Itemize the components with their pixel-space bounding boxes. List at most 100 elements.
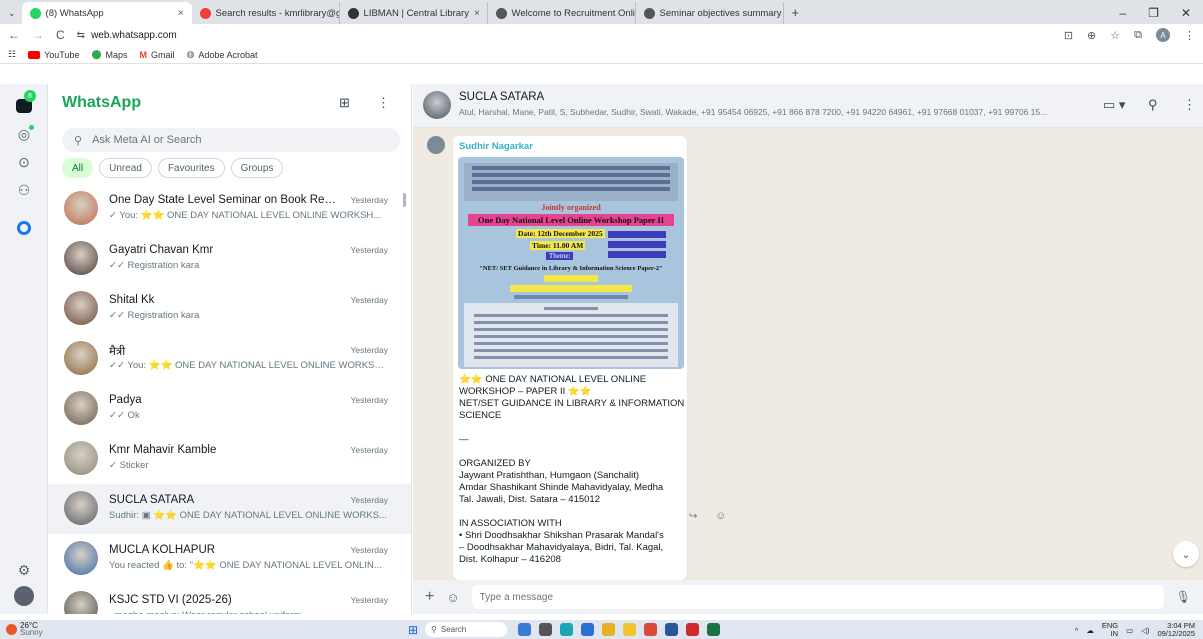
filter-chip-favourites[interactable]: Favourites (157, 158, 225, 178)
message-sender[interactable]: Sudhir Nagarkar (459, 141, 533, 152)
zoom-icon[interactable]: ⊕ (1087, 29, 1096, 42)
chat-list-item[interactable]: Shital Kk Yesterday ✓✓ Registration kara (48, 284, 411, 334)
app-icon-explorer[interactable] (623, 623, 636, 636)
close-tab-icon[interactable]: × (178, 8, 184, 19)
settings-icon[interactable]: ⚙ (14, 560, 34, 580)
chat-name: One Day State Level Seminar on Book Revi… (109, 194, 339, 206)
conversation-header[interactable]: SUCLA SATARA Atul, Harshal, Mane, Patil,… (413, 84, 1203, 128)
meta-ai-icon[interactable] (14, 218, 34, 238)
poster-theme-label: Theme: (546, 252, 574, 260)
language-indicator[interactable]: ENG IN (1102, 622, 1118, 638)
sender-avatar[interactable] (427, 136, 445, 154)
communities-icon[interactable]: ⚇ (14, 180, 34, 200)
app-icon-chrome-2[interactable] (644, 623, 657, 636)
bookmark-youtube[interactable]: YouTube (28, 50, 79, 60)
app-icon-acrobat[interactable] (686, 623, 699, 636)
back-icon[interactable]: ← (8, 28, 20, 42)
restore-icon[interactable]: ❐ (1148, 6, 1159, 20)
chat-list-item[interactable]: MUCLA KOLHAPUR Yesterday You reacted 👍 to:… (48, 534, 411, 584)
chat-list-item[interactable]: Padya Yesterday ✓✓ Ok (48, 384, 411, 434)
profile-photo[interactable] (14, 586, 34, 606)
chat-list-item[interactable]: One Day State Level Seminar on Book Revi… (48, 184, 411, 234)
taskbar-search[interactable]: ⚲ Search (425, 622, 507, 637)
new-chat-icon[interactable]: ⊞ (339, 95, 350, 111)
message-line: • Shri Doodhsakhar Shikshan Prasarak Man… (459, 530, 664, 541)
microphone-icon[interactable]: 🎙 (1176, 590, 1191, 604)
chat-list-scrollbar[interactable] (403, 193, 406, 207)
tab-title: Welcome to Recruitment Onlin (511, 7, 636, 19)
app-icon-store[interactable] (581, 623, 594, 636)
chat-list-panel: WhatsApp ⊞ ⋮ ⚲ Ask Meta AI or Search All… (48, 84, 412, 614)
app-icon-chrome[interactable] (602, 623, 615, 636)
message-line (459, 446, 685, 458)
chats-icon[interactable]: 8 (14, 90, 36, 116)
message-line: Dist. Kolhapur – 416208 (459, 554, 561, 565)
attach-icon[interactable]: + (425, 588, 434, 606)
cloud-icon[interactable]: ☁ (1086, 626, 1094, 635)
browser-tab[interactable]: Search results - kmrlibrary@gm× (192, 2, 340, 24)
group-avatar[interactable] (423, 91, 451, 119)
new-tab-button[interactable]: + (784, 2, 808, 24)
start-button[interactable]: ⊞ (408, 623, 418, 637)
tray-overflow-icon[interactable]: ^ (1075, 626, 1079, 635)
app-icon-excel[interactable] (707, 623, 720, 636)
extensions-icon[interactable]: ⧉ (1134, 29, 1142, 42)
react-emoji-icon[interactable]: ☺ (715, 510, 726, 522)
filter-chip-all[interactable]: All (62, 158, 94, 178)
search-messages-icon[interactable]: ⚲ (1148, 97, 1158, 113)
emoji-icon[interactable]: ☺ (446, 590, 459, 605)
app-icon-widgets[interactable] (518, 623, 531, 636)
tab-search-menu-icon[interactable]: ⌄ (8, 2, 22, 24)
minimize-icon[interactable]: – (1119, 6, 1126, 20)
volume-icon[interactable]: ◁) (1141, 626, 1149, 635)
browser-tab[interactable]: LIBMAN | Central Library × (340, 2, 488, 24)
conversation-menu-icon[interactable]: ⋮ (1183, 97, 1196, 113)
scroll-down-button[interactable]: ⌄ (1173, 541, 1199, 567)
forward-icon[interactable]: ↪ (689, 511, 697, 522)
browser-menu-icon[interactable]: ⋮ (1184, 29, 1195, 42)
forward-icon[interactable]: → (32, 28, 44, 42)
chat-list-item[interactable]: Gayatri Chavan Kmr Yesterday ✓✓ Registrati… (48, 234, 411, 284)
message-input[interactable] (471, 585, 1164, 609)
app-icon-edge[interactable] (560, 623, 573, 636)
chat-list-item[interactable]: Kmr Mahavir Kamble Yesterday ✓ Sticker (48, 434, 411, 484)
menu-icon[interactable]: ⋮ (377, 95, 390, 111)
poster-image[interactable]: Jointly organized One Day National Level… (458, 157, 684, 369)
bookmark-gmail[interactable]: M Gmail (140, 50, 175, 60)
filter-chip-groups[interactable]: Groups (230, 158, 284, 178)
close-window-icon[interactable]: ✕ (1181, 6, 1191, 20)
bookmark-star-icon[interactable]: ☆ (1110, 29, 1120, 42)
app-icon-taskview[interactable] (539, 623, 552, 636)
message-bubble[interactable]: Sudhir Nagarkar Jointly organized One Da… (453, 136, 687, 580)
chat-list-item[interactable]: SUCLA SATARA Yesterday Sudhir: ▣ ⭐⭐ ONE DA… (48, 484, 411, 534)
browser-tab[interactable]: Welcome to Recruitment Onlin× (488, 2, 636, 24)
browser-tab[interactable]: Seminar objectives summary× (636, 2, 784, 24)
chat-preview: You reacted 👍 to: "⭐⭐ ONE DAY NATIONAL L… (109, 560, 382, 571)
bookmark-adobe-acrobat[interactable]: ◍ Adobe Acrobat (187, 49, 258, 60)
profile-avatar[interactable]: A (1156, 28, 1170, 42)
search-input[interactable]: ⚲ Ask Meta AI or Search (62, 128, 400, 152)
chat-list-item[interactable]: KSJC STD VI (2025-26) Yesterday ~megha moo… (48, 584, 411, 614)
message-line: IN ASSOCIATION WITH (459, 518, 562, 529)
app-icon-word[interactable] (665, 623, 678, 636)
browser-tab[interactable]: (8) WhatsApp × (21, 2, 192, 24)
url-field[interactable]: ⇆ web.whatsapp.com (77, 30, 177, 41)
channels-icon[interactable]: ⊙ (14, 152, 34, 172)
weather-widget[interactable]: 26°C Sunny (6, 622, 43, 637)
chat-time: Yesterday (350, 595, 389, 605)
site-settings-icon[interactable]: ⇆ (77, 30, 85, 41)
apps-grid-icon[interactable]: ☷ (8, 49, 16, 60)
chats-unread-badge: 8 (24, 90, 36, 102)
chat-list-item[interactable]: मैत्री Yesterday ✓✓ You: ⭐⭐ ONE DAY NATION… (48, 334, 411, 384)
reload-icon[interactable]: C (56, 28, 65, 42)
network-icon[interactable]: ▭ (1126, 626, 1133, 635)
filter-chip-unread[interactable]: Unread (99, 158, 152, 178)
bookmark-maps[interactable]: ⬤ Maps (91, 49, 127, 60)
video-call-icon[interactable]: ▭ ▾ (1103, 97, 1125, 113)
chat-avatar (64, 441, 98, 475)
clock[interactable]: 3:04 PM 09/12/2025 (1157, 622, 1195, 638)
install-app-icon[interactable]: ⊡ (1064, 29, 1073, 42)
close-tab-icon[interactable]: × (474, 8, 480, 19)
gmail-icon: M (139, 49, 148, 60)
status-icon[interactable]: ◎ (14, 124, 34, 144)
